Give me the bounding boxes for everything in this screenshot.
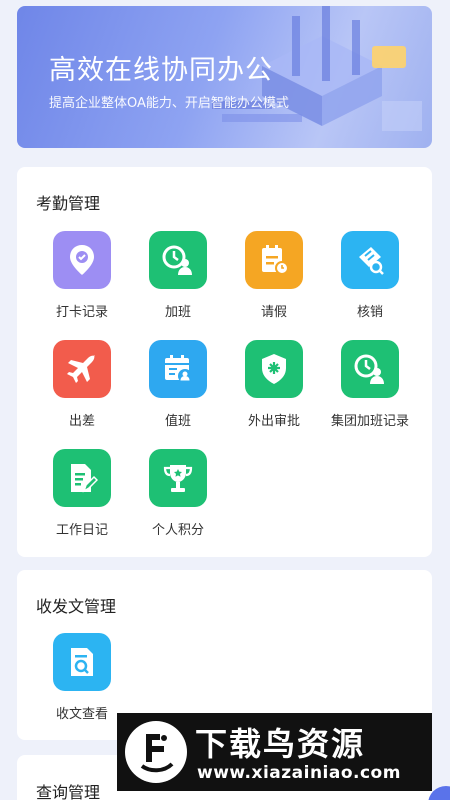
overtime-clock-person-icon [149,231,207,289]
verify-ticket-icon [341,231,399,289]
tile-incoming-documents[interactable]: 收文查看 [34,633,130,723]
tile-group-overtime-records[interactable]: 集团加班记录 [322,340,418,430]
tile-label: 打卡记录 [55,305,108,320]
section-title-attendance: 考勤管理 [36,194,101,213]
tile-outing-approval[interactable]: 外出审批 [226,340,322,430]
tile-label: 工作日记 [55,523,108,538]
tile-label: 核销 [356,305,383,320]
tile-business-trip[interactable]: 出差 [34,340,130,430]
shield-approval-icon [245,340,303,398]
banner-subtitle: 提高企业整体OA能力、开启智能办公模式 [49,96,289,111]
location-pin-icon [53,231,111,289]
leave-calendar-icon [245,231,303,289]
tile-verify[interactable]: 核销 [322,231,418,321]
work-diary-icon [53,449,111,507]
group-overtime-icon [341,340,399,398]
tile-on-duty[interactable]: 值班 [130,340,226,430]
tile-work-diary[interactable]: 工作日记 [34,449,130,539]
watermark-title: 下载鸟资源 [195,725,366,763]
trophy-icon [149,449,207,507]
tile-label: 出差 [68,414,95,429]
attendance-card: 考勤管理 打卡记录 加班 请假 核销 出差 值班 外出审批 集团加班记录 工作日… [17,167,432,557]
document-search-icon [53,633,111,691]
airplane-icon [53,340,111,398]
watermark-overlay: 下载鸟资源 www.xiazainiao.com [117,713,432,791]
tile-label: 加班 [164,305,191,320]
tile-label: 收文查看 [55,707,108,722]
tile-label: 值班 [164,414,191,429]
tile-label: 个人积分 [151,523,204,538]
section-title-query-management: 查询管理 [36,783,101,800]
section-title-document-management: 收发文管理 [36,597,117,616]
hero-banner[interactable]: 高效在线协同办公 提高企业整体OA能力、开启智能办公模式 [17,6,432,148]
duty-calendar-person-icon [149,340,207,398]
tile-label: 集团加班记录 [330,414,409,429]
tile-leave[interactable]: 请假 [226,231,322,321]
tile-label: 请假 [260,305,287,320]
bird-logo-icon [125,721,187,783]
banner-title: 高效在线协同办公 [49,55,273,86]
tile-personal-points[interactable]: 个人积分 [130,449,226,539]
tile-clock-in-records[interactable]: 打卡记录 [34,231,130,321]
tile-overtime[interactable]: 加班 [130,231,226,321]
watermark-url: www.xiazainiao.com [197,763,401,783]
tile-label: 外出审批 [247,414,300,429]
